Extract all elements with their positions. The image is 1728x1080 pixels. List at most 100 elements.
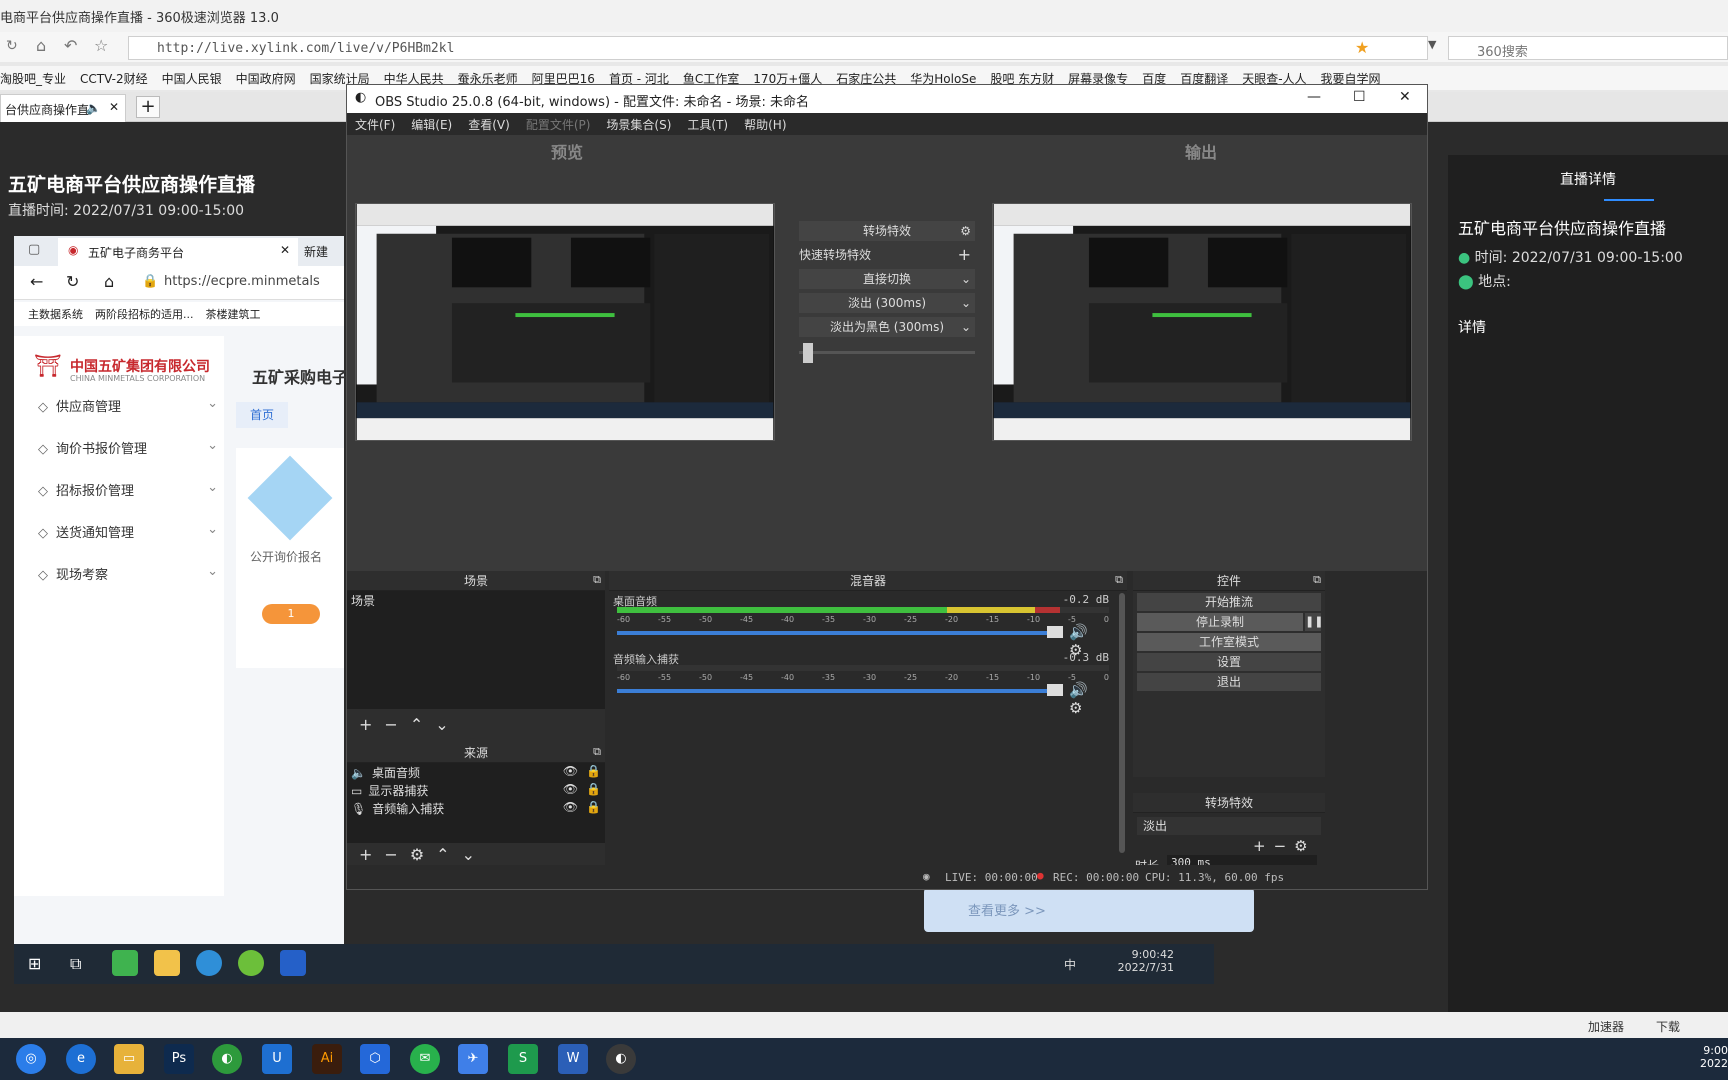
browser-360-icon[interactable]: ◎ <box>16 1044 46 1074</box>
mixer-channel-db: -0.2 dB <box>1062 593 1109 606</box>
accelerator-label[interactable]: 加速器 <box>1588 1018 1624 1035</box>
maximize-icon[interactable]: ☐ <box>1353 89 1366 105</box>
shield-icon[interactable]: ⬡ <box>360 1044 390 1074</box>
gear-icon[interactable]: ⚙ <box>960 221 971 241</box>
direct-cut-select[interactable]: 直接切换 ⌄ <box>799 269 975 289</box>
eye-icon[interactable]: 👁 <box>563 782 578 796</box>
fade-select[interactable]: 淡出 (300ms) ⌄ <box>799 293 975 313</box>
bookmark-item[interactable]: 中国人民银 <box>162 70 222 87</box>
app-green-icon[interactable]: ◐ <box>212 1044 242 1074</box>
inner-clock-time: 9:00:42 <box>1131 948 1174 961</box>
minimize-icon[interactable]: — <box>1307 89 1321 105</box>
home-icon[interactable]: ⌂ <box>36 36 46 55</box>
word-icon[interactable]: W <box>558 1044 588 1074</box>
obs-menu-item[interactable]: 编辑(E) <box>411 116 452 133</box>
bookmark-item[interactable]: CCTV-2财经 <box>80 70 148 87</box>
sheets-icon[interactable]: S <box>508 1044 538 1074</box>
close-icon[interactable]: ✕ <box>1399 89 1411 105</box>
obs-menu-item[interactable]: 场景集合(S) <box>606 116 671 133</box>
undock-icon[interactable]: ⧉ <box>593 745 601 759</box>
tab-live-detail[interactable]: 直播详情 <box>1448 169 1728 189</box>
obs-menu-item[interactable]: 帮助(H) <box>744 116 786 133</box>
url-input[interactable]: http://live.xylink.com/live/v/P6HBm2kl <box>128 36 1428 60</box>
source-item[interactable]: 🔈 桌面音频 👁 🔒 <box>347 763 605 781</box>
move-down-icon[interactable]: ⌄ <box>462 845 475 864</box>
plus-icon[interactable]: + <box>958 245 971 265</box>
illustrator-icon[interactable]: Ai <box>312 1044 342 1074</box>
bookmark-item[interactable]: 中国政府网 <box>236 70 296 87</box>
lock-icon[interactable]: 🔒 <box>586 782 601 796</box>
transition-toolbar: + − ⚙ <box>1253 837 1308 855</box>
undock-icon[interactable]: ⧉ <box>1115 573 1123 587</box>
close-icon[interactable]: ✕ <box>109 100 119 114</box>
obs-menu-item[interactable]: 文件(F) <box>355 116 395 133</box>
gear-icon[interactable]: ⚙ <box>410 845 424 864</box>
start-streaming-button[interactable]: 开始推流 <box>1137 593 1321 611</box>
mixer-channel-db: -0.3 dB <box>1062 651 1109 664</box>
add-icon[interactable]: + <box>359 715 372 734</box>
settings-button[interactable]: 设置 <box>1137 653 1321 671</box>
undock-icon[interactable]: ⧉ <box>1313 573 1321 587</box>
preview-view[interactable] <box>355 203 775 441</box>
scene-item[interactable]: 场景 <box>347 591 605 609</box>
remove-icon[interactable]: − <box>384 845 397 864</box>
obs-menu-item[interactable]: 配置文件(P) <box>526 116 591 133</box>
mixer-scrollbar[interactable] <box>1119 593 1125 853</box>
mixer-dock: 混音器 ⧉ 桌面音频 -0.2 dB -60 -55 -50 -45 -40 -35 -30 -2… <box>609 571 1127 865</box>
edge-icon[interactable]: e <box>66 1044 96 1074</box>
favorite-icon[interactable]: ☆ <box>94 36 108 55</box>
transition-select[interactable]: 淡出 <box>1137 817 1321 835</box>
volume-slider[interactable] <box>617 689 1057 693</box>
remove-icon[interactable]: − <box>384 715 397 734</box>
folder-icon[interactable]: ▭ <box>114 1044 144 1074</box>
gear-icon[interactable]: ⚙ <box>1294 837 1307 855</box>
speaker-icon[interactable]: 🔊 <box>1069 681 1088 699</box>
new-tab-button[interactable]: + <box>136 96 160 118</box>
volume-knob[interactable] <box>1047 626 1063 638</box>
obs-taskbar-icon[interactable]: ◐ <box>606 1044 636 1074</box>
speaker-icon[interactable]: 🔊 <box>1069 623 1088 641</box>
eye-icon[interactable]: 👁 <box>563 800 578 814</box>
slider-knob[interactable] <box>803 343 813 363</box>
meter-green <box>617 607 947 613</box>
bookmark-star-icon[interactable]: ★ <box>1355 38 1369 57</box>
refresh-icon[interactable]: ↻ <box>6 38 18 54</box>
volume-knob[interactable] <box>1047 684 1063 696</box>
photoshop-icon[interactable]: Ps <box>164 1044 194 1074</box>
fade-black-select[interactable]: 淡出为黑色 (300ms) ⌄ <box>799 317 975 337</box>
remove-icon[interactable]: − <box>1274 837 1287 855</box>
source-item[interactable]: 🎙 音频输入捕获 👁 🔒 <box>347 799 605 817</box>
add-icon[interactable]: + <box>1253 837 1266 855</box>
move-up-icon[interactable]: ⌃ <box>410 715 423 734</box>
obs-menu-item[interactable]: 查看(V) <box>468 116 510 133</box>
transition-slider[interactable] <box>799 341 975 363</box>
feishu-icon[interactable]: ✈ <box>458 1044 488 1074</box>
lock-icon[interactable]: 🔒 <box>586 800 601 814</box>
obs-menu-item[interactable]: 工具(T) <box>687 116 728 133</box>
bookmark-item[interactable]: 淘股吧_专业 <box>0 70 66 87</box>
browser-tab[interactable]: 台供应商操作直 🔈 ✕ <box>0 94 126 122</box>
undock-icon[interactable]: ⧉ <box>593 573 601 587</box>
studio-mode-button[interactable]: 工作室模式 <box>1137 633 1321 651</box>
pause-icon[interactable]: ❚❚ <box>1305 613 1323 631</box>
transition-effect-button[interactable]: 转场特效 ⚙ <box>799 221 975 241</box>
stop-recording-button[interactable]: 停止录制 <box>1137 613 1303 631</box>
source-item[interactable]: ▭ 显示器捕获 👁 🔒 <box>347 781 605 799</box>
app-blue-icon[interactable]: U <box>262 1044 292 1074</box>
search-input[interactable]: 360搜索 <box>1448 36 1728 60</box>
volume-slider[interactable] <box>617 631 1057 635</box>
lock-icon[interactable]: 🔒 <box>586 764 601 778</box>
eye-icon[interactable]: 👁 <box>563 764 578 778</box>
download-label[interactable]: 下载 <box>1656 1018 1680 1035</box>
add-icon[interactable]: + <box>359 845 372 864</box>
mixer-channel: 音频输入捕获 -0.3 dB -60 -55 -50 -45 -40 -35 -30 -25 -20… <box>613 651 1109 717</box>
dropdown-icon[interactable]: ▼ <box>1428 38 1436 51</box>
view-more-button: 查看更多 >> <box>924 888 1254 932</box>
move-up-icon[interactable]: ⌃ <box>436 845 449 864</box>
move-down-icon[interactable]: ⌄ <box>435 715 448 734</box>
wechat-icon[interactable]: ✉ <box>410 1044 440 1074</box>
inner-bookmarks: 主数据系统 两阶段招标的适用... 茶楼建筑工 <box>14 302 344 326</box>
exit-button[interactable]: 退出 <box>1137 673 1321 691</box>
gear-icon[interactable]: ⚙ <box>1069 699 1082 717</box>
back-icon[interactable]: ↶ <box>64 36 77 55</box>
